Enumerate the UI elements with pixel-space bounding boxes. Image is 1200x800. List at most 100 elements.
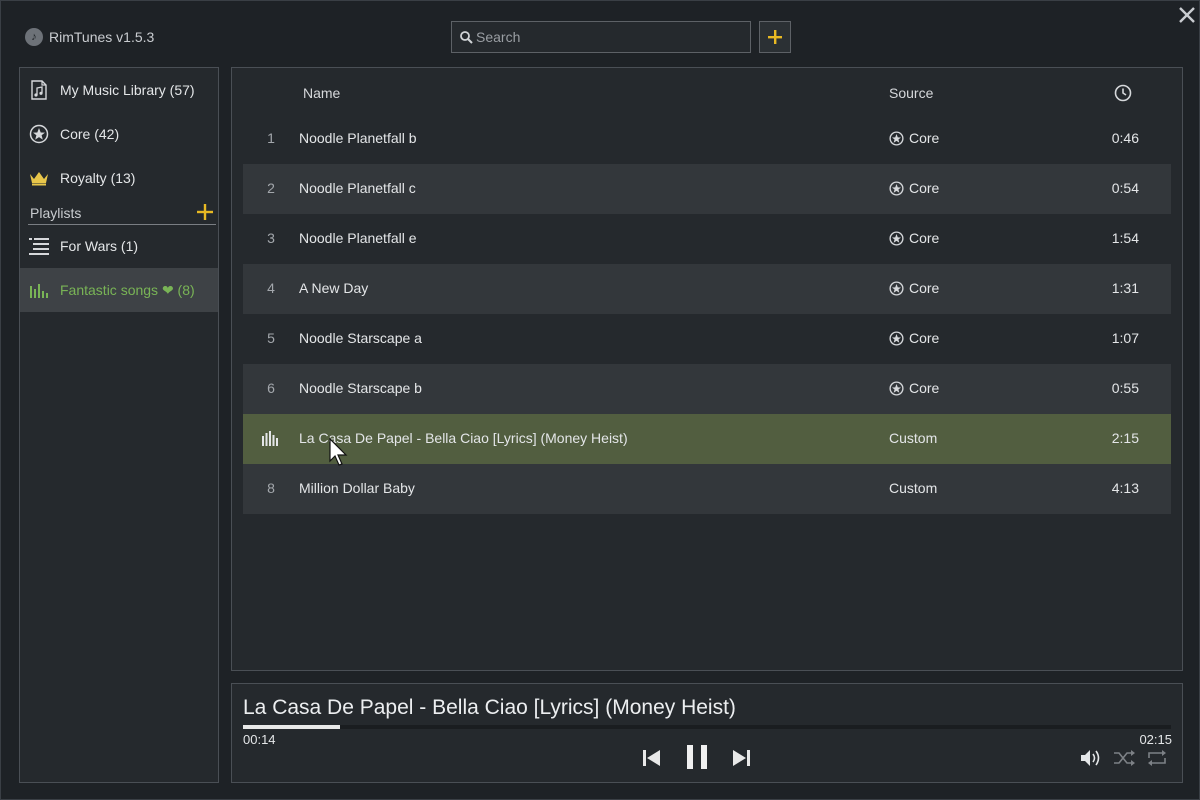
core-star-icon (889, 180, 904, 196)
track-name: Noodle Starscape a (299, 330, 422, 346)
player-bar: La Casa De Papel - Bella Ciao [Lyrics] (… (231, 683, 1183, 783)
track-source-label: Core (909, 130, 940, 146)
core-star-icon (889, 380, 904, 396)
table-row[interactable]: 2 Noodle Planetfall c Core 0:54 (243, 164, 1171, 214)
elapsed-time: 00:14 (243, 732, 276, 747)
pause-icon (687, 745, 707, 769)
track-duration: 0:46 (1111, 130, 1139, 146)
column-header-name[interactable]: Name (303, 85, 340, 101)
track-source: Core (889, 180, 939, 196)
track-source-label: Custom (889, 430, 938, 446)
track-name: La Casa De Papel - Bella Ciao [Lyrics] (… (299, 430, 628, 446)
sidebar-item-label: For Wars (1) (60, 238, 139, 254)
track-number: 6 (267, 380, 275, 396)
track-number: 3 (267, 230, 275, 246)
next-button[interactable] (728, 746, 754, 770)
sidebar-item-label: Core (42) (60, 126, 120, 142)
previous-icon (643, 750, 660, 766)
list-icon (28, 235, 50, 257)
previous-button[interactable] (639, 746, 665, 770)
track-source-label: Core (909, 230, 940, 246)
sidebar-item-fantastic-songs[interactable]: Fantastic songs ❤ (8) (20, 268, 218, 312)
shuffle-icon (1114, 750, 1135, 766)
track-number: 2 (267, 180, 275, 196)
search-box[interactable] (451, 21, 751, 53)
app-title-text: RimTunes v1.5.3 (49, 29, 155, 45)
table-row[interactable]: 1 Noodle Planetfall b Core 0:46 (243, 114, 1171, 164)
track-source-label: Core (909, 380, 940, 396)
track-list: Name Source 1 Noodle Planetfall b Core 0:46… (231, 67, 1183, 671)
playlists-header-label: Playlists (30, 205, 82, 221)
table-row[interactable]: 6 Noodle Starscape b Core 0:55 (243, 364, 1171, 414)
crown-icon (28, 167, 50, 189)
now-playing-title: La Casa De Papel - Bella Ciao [Lyrics] (… (243, 696, 736, 719)
track-number: 8 (267, 480, 275, 496)
add-playlist-icon[interactable] (196, 203, 214, 221)
table-row[interactable]: 5 Noodle Starscape a Core 1:07 (243, 314, 1171, 364)
track-duration: 2:15 (1111, 430, 1139, 446)
core-star-icon (889, 130, 904, 146)
close-button[interactable] (1175, 3, 1199, 27)
repeat-icon (1148, 750, 1166, 766)
progress-bar[interactable] (243, 725, 1171, 729)
shuffle-button[interactable] (1113, 748, 1135, 768)
sidebar-item-core[interactable]: Core (42) (20, 112, 218, 156)
track-name: Noodle Planetfall c (299, 180, 416, 196)
track-duration: 1:54 (1111, 230, 1139, 246)
clock-icon[interactable] (1114, 84, 1132, 105)
core-star-icon (889, 330, 904, 346)
track-source: Core (889, 130, 939, 146)
core-star-icon (889, 230, 904, 246)
close-icon (1179, 7, 1195, 23)
track-source: Custom (889, 430, 937, 446)
repeat-button[interactable] (1146, 748, 1168, 768)
sidebar-item-my-music-library[interactable]: My Music Library (57) (20, 68, 218, 112)
track-duration: 0:55 (1111, 380, 1139, 396)
add-button[interactable] (759, 21, 791, 53)
track-source: Core (889, 380, 939, 396)
column-header-source[interactable]: Source (889, 85, 933, 101)
table-row[interactable]: 4 A New Day Core 1:31 (243, 264, 1171, 314)
core-star-icon (889, 280, 904, 296)
core-star-icon (28, 123, 50, 145)
search-input[interactable] (473, 28, 738, 46)
track-source-label: Custom (889, 480, 938, 496)
track-number: 1 (267, 130, 275, 146)
track-name: Million Dollar Baby (299, 480, 415, 496)
table-row[interactable]: 8 Million Dollar Baby Custom 4:13 (243, 464, 1171, 514)
sidebar-item-label: Royalty (13) (60, 170, 136, 186)
track-duration: 1:31 (1111, 280, 1139, 296)
track-source-label: Core (909, 180, 940, 196)
track-name: A New Day (299, 280, 369, 296)
track-number: 5 (267, 330, 275, 346)
total-time: 02:15 (1139, 732, 1172, 747)
table-row[interactable]: 3 Noodle Planetfall e Core 1:54 (243, 214, 1171, 264)
track-source: Core (889, 230, 939, 246)
volume-button[interactable] (1080, 748, 1102, 768)
music-file-icon (28, 79, 50, 101)
now-playing-icon (262, 431, 278, 449)
progress-fill (243, 725, 340, 729)
equalizer-icon (28, 279, 50, 301)
track-source: Core (889, 330, 939, 346)
table-row[interactable]: La Casa De Papel - Bella Ciao [Lyrics] (… (243, 414, 1171, 464)
sidebar-item-label: Fantastic songs ❤ (8) (60, 281, 195, 298)
track-duration: 0:54 (1111, 180, 1139, 196)
track-source-label: Core (909, 280, 940, 296)
sidebar-item-royalty[interactable]: Royalty (13) (20, 156, 218, 200)
volume-icon (1081, 750, 1100, 766)
sidebar: My Music Library (57) Core (42) Royalty … (19, 67, 219, 783)
plus-icon (768, 30, 782, 44)
music-note-icon: ♪ (25, 28, 43, 46)
next-icon (733, 750, 750, 766)
track-name: Noodle Planetfall e (299, 230, 417, 246)
track-source: Custom (889, 480, 937, 496)
sidebar-item-label: My Music Library (57) (60, 82, 195, 98)
track-duration: 1:07 (1111, 330, 1139, 346)
sidebar-item-for-wars[interactable]: For Wars (1) (20, 224, 218, 268)
app-title: ♪ RimTunes v1.5.3 (25, 28, 154, 46)
pause-button[interactable] (682, 742, 712, 772)
track-duration: 4:13 (1111, 480, 1139, 496)
app-window: ♪ RimTunes v1.5.3 Search My Music Librar… (0, 0, 1200, 800)
track-name: Noodle Planetfall b (299, 130, 417, 146)
